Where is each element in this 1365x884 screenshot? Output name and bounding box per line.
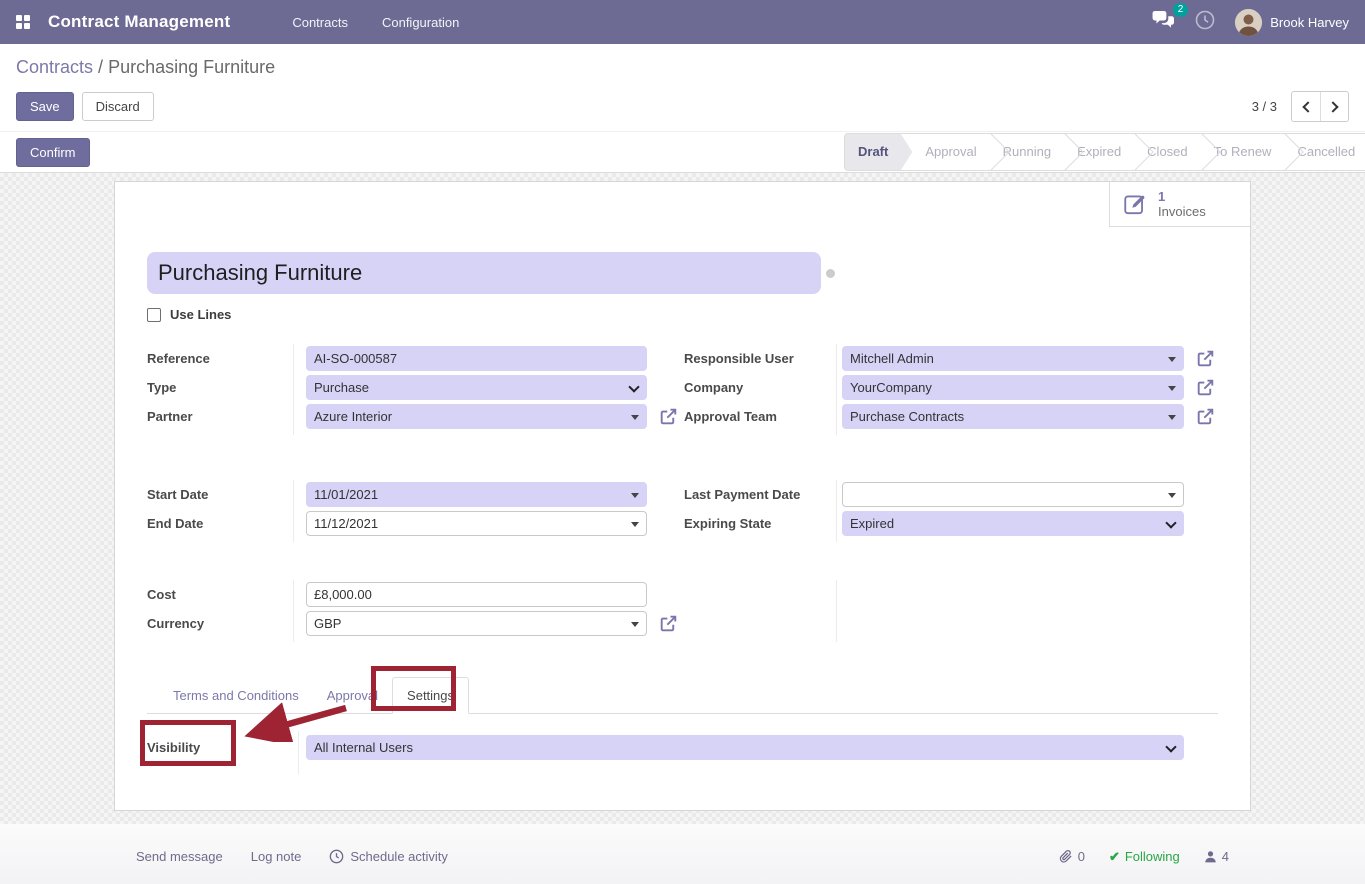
translation-dot-icon [826,269,835,278]
avatar [1235,9,1262,36]
tab-approval[interactable]: Approval [313,678,392,713]
type-select[interactable]: Purchase [306,375,647,400]
dates-right-group: Last Payment Date Expiring State Expired [684,482,1216,540]
cost-group: Cost Currency GBP [147,582,684,640]
breadcrumb-current: Purchasing Furniture [108,57,275,77]
visibility-label: Visibility [147,740,306,755]
form-sheet: 1 Invoices Use Lines Reference Type [114,181,1251,811]
reference-label: Reference [147,351,306,366]
form-view-background: 1 Invoices Use Lines Reference Type [0,173,1365,824]
responsible-user-external-link-icon[interactable] [1196,349,1215,368]
tab-settings[interactable]: Settings [392,677,469,714]
invoices-label: Invoices [1158,204,1206,219]
followers-count: 4 [1222,849,1229,864]
send-message-button[interactable]: Send message [136,849,223,864]
pager: 3 / 3 [1252,91,1349,122]
pager-count: 3 / 3 [1252,99,1277,114]
messages-count-badge: 2 [1173,3,1189,17]
type-label: Type [147,380,306,395]
save-button[interactable]: Save [16,92,74,121]
approval-team-external-link-icon[interactable] [1196,407,1215,426]
attachments-count: 0 [1078,849,1085,864]
company-external-link-icon[interactable] [1196,378,1215,397]
clock-icon [329,849,344,864]
use-lines-label: Use Lines [170,307,231,322]
navbar-right: 2 Brook Harvey [1152,9,1349,36]
discard-button[interactable]: Discard [82,92,154,121]
contract-name-input[interactable] [147,252,821,294]
settings-tab-content: Visibility All Internal Users [115,714,1250,760]
following-label: Following [1125,849,1180,864]
end-date-input[interactable] [306,511,647,536]
responsible-user-label: Responsible User [684,351,842,366]
company-label: Company [684,380,842,395]
end-date-label: End Date [147,516,306,531]
partner-field[interactable]: Azure Interior [306,404,647,429]
statusbar: Draft Approval Running Expired Closed To… [844,133,1365,171]
notebook-tabs: Terms and Conditions Approval Settings [147,677,1218,714]
cost-label: Cost [147,587,306,602]
breadcrumb-contracts-link[interactable]: Contracts [16,57,93,77]
following-button[interactable]: ✔ Following [1109,849,1180,865]
start-date-input[interactable] [306,482,647,507]
top-navbar: Contract Management Contracts Configurat… [0,0,1365,44]
currency-label: Currency [147,616,306,631]
paperclip-icon [1058,849,1073,864]
statusbar-row: Confirm Draft Approval Running Expired C… [0,131,1365,173]
responsible-user-field[interactable]: Mitchell Admin [842,346,1184,371]
pager-previous-button[interactable] [1292,92,1320,121]
log-note-button[interactable]: Log note [251,849,302,864]
breadcrumb: Contracts / Purchasing Furniture [16,57,1349,78]
start-date-label: Start Date [147,487,306,502]
check-icon: ✔ [1109,849,1120,865]
right-field-group: Responsible User Mitchell Admin Company … [684,346,1216,433]
person-icon [1204,850,1217,863]
invoices-stat-button[interactable]: 1 Invoices [1109,182,1250,227]
user-name: Brook Harvey [1270,15,1349,30]
expiring-state-select[interactable]: Expired [842,511,1184,536]
left-field-group: Reference Type Purchase Partner Azure In… [147,346,684,433]
attachments-button[interactable]: 0 [1058,849,1085,864]
approval-team-label: Approval Team [684,409,842,424]
visibility-select[interactable]: All Internal Users [306,735,1184,760]
pencil-square-icon [1122,191,1148,217]
chevron-right-icon [1327,101,1338,112]
company-field[interactable]: YourCompany [842,375,1184,400]
reference-input[interactable] [306,346,647,371]
partner-label: Partner [147,409,306,424]
invoices-count: 1 [1158,189,1206,204]
user-menu[interactable]: Brook Harvey [1235,9,1349,36]
chevron-left-icon [1302,101,1313,112]
partner-external-link-icon[interactable] [659,407,678,426]
last-payment-date-input[interactable] [842,482,1184,507]
currency-external-link-icon[interactable] [659,614,678,633]
approval-team-field[interactable]: Purchase Contracts [842,404,1184,429]
pager-next-button[interactable] [1320,92,1348,121]
activity-clock-icon[interactable] [1195,10,1215,35]
control-panel: Contracts / Purchasing Furniture Save Di… [0,44,1365,131]
tab-terms-and-conditions[interactable]: Terms and Conditions [159,678,313,713]
menu-configuration[interactable]: Configuration [382,15,459,30]
last-payment-date-label: Last Payment Date [684,487,842,502]
chatter: Send message Log note Schedule activity … [0,824,1365,884]
app-menu: Contracts Configuration [292,15,459,30]
followers-button[interactable]: 4 [1204,849,1229,864]
app-title: Contract Management [48,12,230,32]
messages-icon[interactable]: 2 [1152,10,1175,35]
apps-menu-icon[interactable] [16,15,30,29]
currency-field[interactable]: GBP [306,611,647,636]
schedule-activity-label: Schedule activity [350,849,448,864]
stage-draft[interactable]: Draft [845,133,912,171]
confirm-button[interactable]: Confirm [16,138,90,167]
use-lines-checkbox[interactable] [147,308,161,322]
expiring-state-label: Expiring State [684,516,842,531]
cost-input[interactable] [306,582,647,607]
menu-contracts[interactable]: Contracts [292,15,348,30]
breadcrumb-separator: / [98,57,108,77]
schedule-activity-button[interactable]: Schedule activity [329,849,448,864]
dates-left-group: Start Date End Date [147,482,684,540]
